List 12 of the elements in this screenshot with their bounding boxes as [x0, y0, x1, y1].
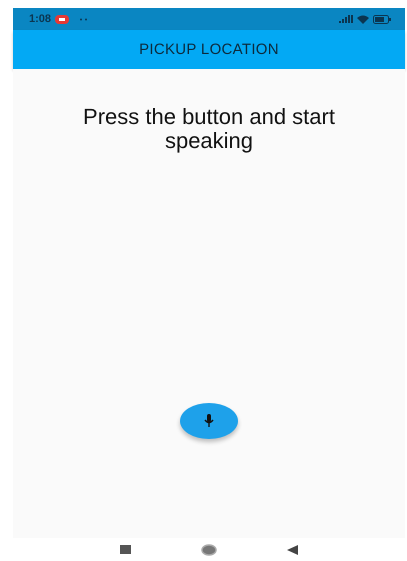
battery-icon	[373, 14, 391, 24]
prompt-text: Press the button and start speaking	[82, 105, 336, 153]
back-icon[interactable]	[287, 544, 298, 554]
microphone-button[interactable]	[180, 403, 238, 439]
more-notifications-icon	[79, 18, 90, 20]
wifi-icon	[357, 14, 369, 24]
notification-icon	[55, 14, 70, 24]
app-bar-title: PICKUP LOCATION	[139, 41, 279, 58]
microphone-icon	[204, 414, 214, 428]
home-icon[interactable]	[201, 544, 217, 556]
signal-icon	[339, 15, 353, 23]
status-time: 1:08	[29, 13, 52, 25]
